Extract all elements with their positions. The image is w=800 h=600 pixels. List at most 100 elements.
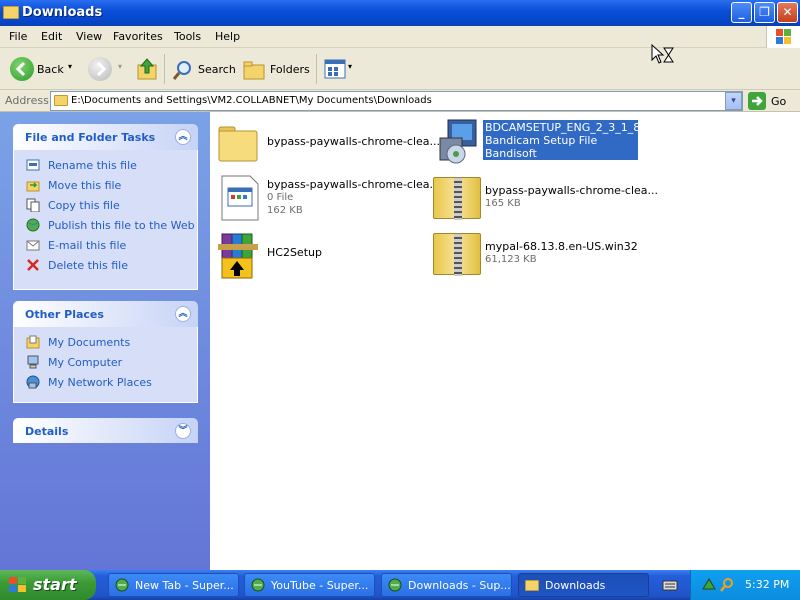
window-title: Downloads [22,5,103,20]
task-label: Rename this file [48,159,137,172]
my-documents-icon [26,335,40,349]
search-button[interactable]: Search [170,56,236,82]
move-icon [26,178,40,192]
task-label: E-mail this file [48,239,127,252]
address-dropdown-button[interactable]: ▾ [725,92,742,110]
minimize-button[interactable]: _ [731,2,752,23]
forward-dropdown-icon[interactable]: ▾ [118,62,122,71]
windows-flag-icon [9,577,26,592]
file-item[interactable]: mypal-68.13.8.en-US.win32 61,123 KB [432,230,642,280]
file-item[interactable]: bypass-paywalls-chrome-clea... 165 KB [432,174,658,224]
busy-cursor-icon [651,43,675,66]
expand-chevron-icon[interactable]: ︾ [175,423,191,439]
toolbar-separator [316,54,317,84]
folders-button[interactable]: Folders [242,56,312,82]
folder-icon [3,6,19,19]
go-button[interactable]: Go [748,91,796,111]
taskbar-button-active[interactable]: Downloads [518,573,649,597]
file-name: bypass-paywalls-chrome-clea... [267,135,441,148]
file-item-selected[interactable]: BDCAMSETUP_ENG_2_3_1_840 Bandicam Setup … [432,118,654,168]
forward-button[interactable] [88,57,112,81]
collapse-chevron-icon[interactable]: ︽ [175,306,191,322]
up-folder-icon [137,58,157,80]
search-tray-icon[interactable] [719,577,735,593]
menu-edit[interactable]: Edit [41,30,62,43]
collapse-chevron-icon[interactable]: ︽ [175,129,191,145]
go-label: Go [771,95,787,108]
file-item[interactable]: HC2Setup [214,230,424,280]
maximize-button[interactable]: ❐ [754,2,775,23]
folder-icon [218,126,258,162]
address-input[interactable]: E:\Documents and Settings\VM2.COLLABNET\… [50,91,743,111]
task-label: Move this file [48,179,122,192]
zip-folder-icon [433,177,481,220]
taskbar-button-label: Downloads - Sup... [408,579,511,592]
task-delete[interactable]: Delete this file [14,256,197,276]
system-tray: 5:32 PM [690,570,800,600]
delete-x-icon [26,258,40,272]
menu-help[interactable]: Help [215,30,240,43]
rename-icon [26,158,40,172]
browser-icon [251,578,265,592]
task-email[interactable]: E-mail this file [14,236,197,256]
taskbar-button[interactable]: YouTube - Super... [244,573,375,597]
file-item[interactable]: bypass-paywalls-chrome-clea... [218,120,440,168]
go-arrow-icon [748,92,766,110]
menu-tools[interactable]: Tools [174,30,201,43]
panel-title: File and Folder Tasks [25,131,156,144]
task-copy[interactable]: Copy this file [14,196,197,216]
network-tray-icon[interactable] [701,577,717,593]
title-bar[interactable]: Downloads _ ❐ ✕ [0,0,800,26]
installer-icon [439,119,477,164]
folders-icon [243,61,265,80]
zip-folder-icon [433,233,481,276]
browser-icon [388,578,402,592]
place-my-network-places[interactable]: My Network Places [14,373,197,393]
task-pane: File and Folder Tasks ︽ Rename this file… [0,112,210,570]
file-list-view[interactable]: bypass-paywalls-chrome-clea... BDCAMSETU… [210,112,800,570]
keyboard-icon[interactable] [662,578,678,592]
taskbar-button[interactable]: Downloads - Sup... [381,573,512,597]
task-label: Copy this file [48,199,120,212]
menu-favorites[interactable]: Favorites [113,30,163,43]
start-label: start [33,575,77,594]
panel-header[interactable]: Details ︾ [13,418,198,443]
address-path: E:\Documents and Settings\VM2.COLLABNET\… [71,95,432,106]
file-name: bypass-paywalls-chrome-clea... [267,178,441,191]
file-name: bypass-paywalls-chrome-clea... [485,184,659,197]
file-name: HC2Setup [267,246,322,259]
file-folder-tasks-panel: File and Folder Tasks ︽ Rename this file… [13,124,198,290]
taskbar-button[interactable]: New Tab - Super... [108,573,239,597]
close-button[interactable]: ✕ [777,2,798,23]
search-icon [172,61,191,80]
clock: 5:32 PM [745,578,790,591]
place-label: My Computer [48,356,123,369]
task-label: Delete this file [48,259,128,272]
menu-file[interactable]: File [9,30,27,43]
globe-icon [26,218,40,232]
views-button[interactable]: ▾ [322,58,356,80]
task-publish[interactable]: Publish this file to the Web [14,216,197,236]
file-type: 0 File [267,192,294,203]
views-dropdown-icon: ▾ [348,62,353,71]
task-move[interactable]: Move this file [14,176,197,196]
toolbar-separator [164,54,165,84]
panel-header[interactable]: File and Folder Tasks ︽ [13,124,198,150]
file-item[interactable]: bypass-paywalls-chrome-clea... 0 File 16… [218,174,440,224]
start-button[interactable]: start [0,570,96,600]
taskbar: start New Tab - Super... YouTube - Super… [0,570,800,600]
back-button[interactable]: Back ▾ [8,56,78,82]
folders-label: Folders [270,63,310,76]
up-folder-button[interactable] [136,57,158,81]
panel-header[interactable]: Other Places ︽ [13,301,198,327]
taskbar-button-label: Downloads [545,579,606,592]
menu-view[interactable]: View [76,30,102,43]
search-label: Search [198,63,236,76]
place-my-computer[interactable]: My Computer [14,353,197,373]
address-bar: Address E:\Documents and Settings\VM2.CO… [0,90,800,112]
other-places-panel: Other Places ︽ My Documents My Computer … [13,301,198,403]
back-dropdown-icon[interactable]: ▾ [68,62,72,71]
task-rename[interactable]: Rename this file [14,156,197,176]
file-name: BDCAMSETUP_ENG_2_3_1_840 [485,121,655,134]
place-my-documents[interactable]: My Documents [14,333,197,353]
